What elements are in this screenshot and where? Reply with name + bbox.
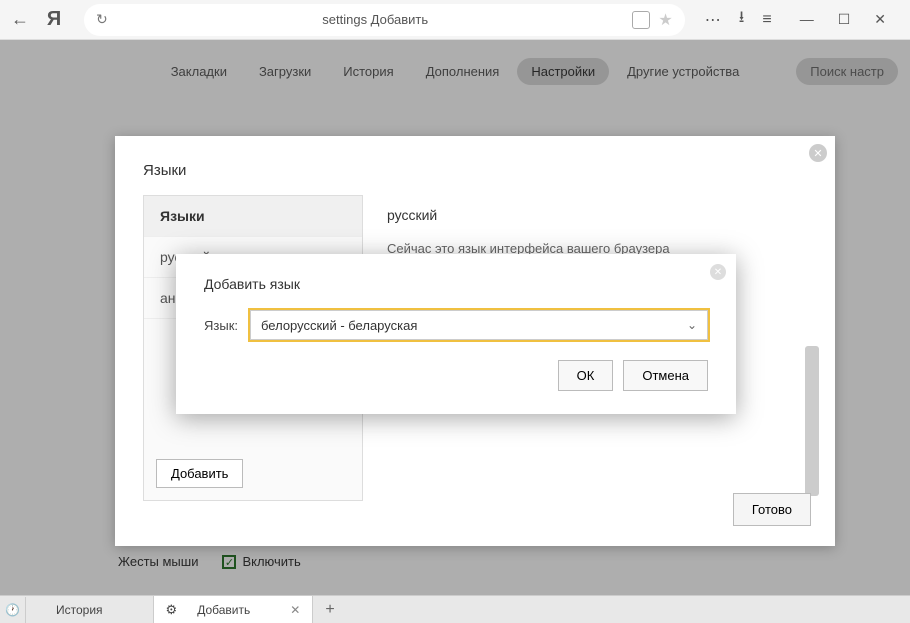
close-icon[interactable]: ✕ (809, 144, 827, 162)
scrollbar[interactable] (805, 346, 819, 496)
bookmark-star-icon[interactable]: ★ (658, 10, 672, 30)
reload-icon[interactable]: ↻ (96, 11, 114, 28)
tab-label: История (56, 603, 103, 617)
clock-icon[interactable]: 🕐 (0, 597, 26, 623)
maximize-icon[interactable]: ☐ (838, 11, 851, 28)
chevron-down-icon: ⌄ (687, 318, 697, 332)
select-value: белорусский - беларуская (261, 318, 417, 333)
back-button[interactable]: ← (8, 8, 32, 32)
cancel-button[interactable]: Отмена (623, 360, 708, 391)
toolbar-icons: ⋯ ⭳ ≡ (693, 6, 784, 33)
language-select[interactable]: белорусский - беларуская ⌄ (250, 310, 708, 340)
menu-icon[interactable]: ≡ (762, 11, 771, 29)
new-tab-button[interactable]: + (313, 601, 346, 619)
shield-icon[interactable] (632, 11, 650, 29)
minimize-icon[interactable]: — (800, 11, 814, 28)
downloads-icon[interactable]: ⭳ (739, 6, 745, 33)
gear-icon: ⚙ (166, 602, 178, 618)
content-area: ЗакладкиЗагрузкиИсторияДополненияНастрой… (0, 40, 910, 595)
language-label: Язык: (204, 318, 238, 333)
titlebar: ← Я ↻ settings Добавить ★ ⋯ ⭳ ≡ — ☐ ✕ (0, 0, 910, 40)
close-window-icon[interactable]: ✕ (874, 11, 886, 28)
tab-settings-add[interactable]: ⚙ Добавить ✕ (154, 596, 314, 623)
close-tab-icon[interactable]: ✕ (290, 603, 300, 617)
languages-title: Языки (115, 136, 835, 195)
modal-title: Добавить язык (176, 254, 736, 310)
address-bar[interactable]: ↻ settings Добавить ★ (84, 4, 685, 36)
languages-list-header: Языки (144, 196, 362, 237)
tab-label: Добавить (189, 603, 278, 617)
current-language: русский (387, 207, 807, 223)
bottom-tabbar: 🕐 История ⚙ Добавить ✕ + (0, 595, 910, 623)
more-icon[interactable]: ⋯ (705, 10, 721, 30)
add-language-button[interactable]: Добавить (156, 459, 243, 488)
tab-history[interactable]: История (26, 596, 154, 623)
add-language-modal: ✕ Добавить язык Язык: белорусский - бела… (176, 254, 736, 414)
ok-button[interactable]: ОК (558, 360, 614, 391)
window-controls: — ☐ ✕ (784, 11, 902, 28)
address-text: settings Добавить (126, 12, 624, 27)
close-icon[interactable]: ✕ (710, 264, 726, 280)
yandex-logo-icon[interactable]: Я (44, 10, 64, 30)
done-button[interactable]: Готово (733, 493, 811, 526)
